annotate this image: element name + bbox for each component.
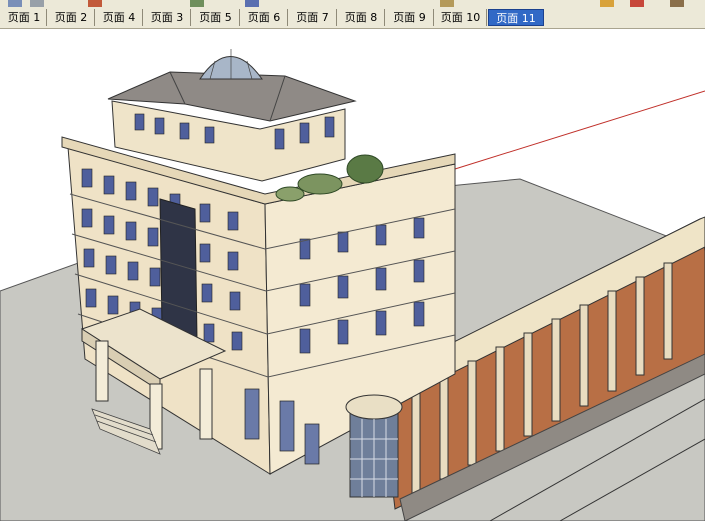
toolbar-tool-icon[interactable] — [630, 0, 644, 7]
sketchup-window: 页面 1 页面 2 页面 4 页面 3 页面 5 页面 6 页面 7 页面 8 … — [0, 0, 705, 521]
tab-page-8[interactable]: 页面 8 — [338, 9, 385, 26]
model-viewport[interactable] — [0, 29, 705, 521]
tab-page-7[interactable]: 页面 7 — [289, 9, 337, 26]
toolbar-tool-icon[interactable] — [30, 0, 44, 7]
tab-page-2[interactable]: 页面 2 — [48, 9, 95, 26]
toolbar-tool-icon[interactable] — [245, 0, 259, 7]
toolbar-tool-icon[interactable] — [8, 0, 22, 7]
tab-page-10[interactable]: 页面 10 — [435, 9, 487, 26]
toolbar-tool-icon[interactable] — [600, 0, 614, 7]
building-model — [0, 49, 705, 521]
tab-page-4[interactable]: 页面 4 — [96, 9, 143, 26]
corner-tower-cap — [345, 394, 403, 420]
scene-tab-bar: 页面 1 页面 2 页面 4 页面 3 页面 5 页面 6 页面 7 页面 8 … — [0, 8, 705, 29]
tab-page-11[interactable]: 页面 11 — [488, 9, 544, 26]
toolbar-tool-icon[interactable] — [670, 0, 684, 7]
tab-page-3[interactable]: 页面 3 — [144, 9, 191, 26]
toolbar-tool-icon[interactable] — [190, 0, 204, 7]
toolbar-tool-icon[interactable] — [88, 0, 102, 7]
toolbar-tool-icon[interactable] — [440, 0, 454, 7]
tab-page-6[interactable]: 页面 6 — [241, 9, 288, 26]
tab-page-1[interactable]: 页面 1 — [2, 9, 47, 26]
tab-page-9[interactable]: 页面 9 — [386, 9, 434, 26]
tab-page-5[interactable]: 页面 5 — [192, 9, 240, 26]
red-axis-line — [454, 90, 705, 170]
